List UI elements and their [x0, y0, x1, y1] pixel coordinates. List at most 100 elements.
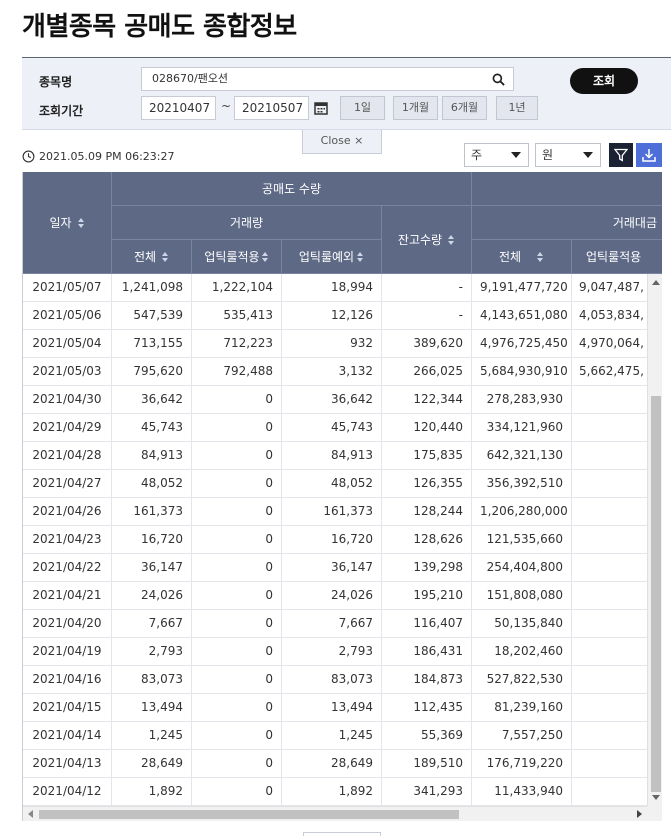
- col-except-header[interactable]: 업틱룰예외: [282, 240, 382, 274]
- table-row[interactable]: 2021/04/16 83,073 0 83,073 184,873 527,822,53…: [23, 666, 647, 694]
- sort-icon[interactable]: [448, 234, 455, 245]
- sort-icon[interactable]: [261, 251, 269, 262]
- clock-icon: [22, 150, 35, 163]
- col-balance-header[interactable]: 잔고수량: [382, 206, 472, 274]
- table-row[interactable]: 2021/05/04 713,155 712,223 932 389,620 4,976,…: [23, 330, 647, 358]
- currency-select[interactable]: 원: [535, 143, 601, 167]
- cell-volume-applied: 0: [192, 750, 282, 777]
- scroll-down-icon[interactable]: [652, 795, 660, 800]
- cell-date: 2021/05/04: [23, 330, 112, 357]
- period-1m-button[interactable]: 1개월: [393, 96, 438, 120]
- cell-volume-total: 7,667: [112, 610, 192, 637]
- close-panel-button[interactable]: Close ×: [302, 130, 382, 154]
- sort-icon[interactable]: [77, 217, 85, 228]
- table-row[interactable]: 2021/04/29 45,743 0 45,743 120,440 334,121,96…: [23, 414, 647, 442]
- table-row[interactable]: 2021/04/13 28,649 0 28,649 189,510 176,719,22…: [23, 750, 647, 778]
- date-from-input[interactable]: 20210407: [141, 96, 216, 120]
- table-row[interactable]: 2021/04/23 16,720 0 16,720 128,626 121,535,66…: [23, 526, 647, 554]
- cell-balance: 139,298: [382, 554, 472, 581]
- table-row[interactable]: 2021/04/20 7,667 0 7,667 116,407 50,135,840: [23, 610, 647, 638]
- cell-date: 2021/05/06: [23, 302, 112, 329]
- table-row[interactable]: 2021/04/14 1,245 0 1,245 55,369 7,557,250: [23, 722, 647, 750]
- cell-balance: -: [382, 274, 472, 301]
- grid-body: 2021/05/07 1,241,098 1,222,104 18,994-9,191…: [23, 274, 647, 806]
- cell-amount-applied: [572, 470, 647, 497]
- download-button[interactable]: [636, 143, 662, 167]
- cell-volume-except: 18,994: [282, 274, 382, 301]
- group-amount-label: 거래대금: [612, 216, 657, 230]
- col-date-header[interactable]: 일자: [23, 172, 112, 274]
- cell-volume-except: 48,052: [282, 470, 382, 497]
- date-to-input[interactable]: 20210507: [234, 96, 309, 120]
- table-row[interactable]: 2021/04/22 36,147 0 36,147 139,298 254,404,80…: [23, 554, 647, 582]
- cell-balance: 122,344: [382, 386, 472, 413]
- cell-amount-total: 1,206,280,000: [472, 498, 572, 525]
- table-row[interactable]: 2021/05/07 1,241,098 1,222,104 18,994-9,191…: [23, 274, 647, 302]
- horizontal-scroll-thumb[interactable]: [39, 810, 459, 819]
- table-row[interactable]: 2021/04/27 48,052 0 48,052 126,355 356,392,51…: [23, 470, 647, 498]
- cell-volume-applied: 0: [192, 694, 282, 721]
- table-row[interactable]: 2021/04/12 1,892 0 1,892 341,293 11,433,940: [23, 778, 647, 806]
- cell-amount-applied: [572, 666, 647, 693]
- search-icon[interactable]: [492, 73, 505, 86]
- table-row[interactable]: 2021/05/06 547,539 535,413 12,126-4,143,651…: [23, 302, 647, 330]
- cell-balance: 126,355: [382, 470, 472, 497]
- scroll-right-icon[interactable]: [637, 810, 642, 818]
- cell-amount-total: 18,202,460: [472, 638, 572, 665]
- unit-select[interactable]: 주: [464, 143, 529, 167]
- col-amount-applied-header[interactable]: 업틱룰적용: [572, 240, 662, 274]
- vertical-scroll-thumb[interactable]: [651, 396, 661, 792]
- query-button[interactable]: 조회: [570, 68, 638, 94]
- col-date-label: 일자: [49, 216, 72, 230]
- cell-balance: 341,293: [382, 778, 472, 805]
- table-row[interactable]: 2021/04/28 84,913 0 84,913 175,835 642,321,13…: [23, 442, 647, 470]
- cell-date: 2021/05/07: [23, 274, 112, 301]
- cell-balance: 184,873: [382, 666, 472, 693]
- col-applied-header[interactable]: 업틱룰적용: [192, 240, 282, 274]
- cell-amount-total: 81,239,160: [472, 694, 572, 721]
- page-title: 개별종목 공매도 종합정보: [22, 12, 297, 42]
- cell-volume-except: 12,126: [282, 302, 382, 329]
- group-short-volume-label: 공매도 수량: [261, 182, 321, 196]
- vertical-scrollbar[interactable]: [647, 274, 662, 806]
- col-amount-total-header[interactable]: 전체: [472, 240, 572, 274]
- table-row[interactable]: 2021/04/30 36,642 0 36,642 122,344 278,283,93…: [23, 386, 647, 414]
- cell-amount-applied: [572, 722, 647, 749]
- sort-icon[interactable]: [357, 251, 364, 262]
- cell-volume-total: 1,241,098: [112, 274, 192, 301]
- col-total-label: 전체: [133, 250, 157, 264]
- table-row[interactable]: 2021/04/21 24,026 0 24,026 195,210 151,808,08…: [23, 582, 647, 610]
- period-6m-button[interactable]: 6개월: [442, 96, 487, 120]
- sort-icon[interactable]: [162, 251, 169, 262]
- cell-volume-total: 36,642: [112, 386, 192, 413]
- cell-volume-total: 48,052: [112, 470, 192, 497]
- cell-volume-total: 84,913: [112, 442, 192, 469]
- table-row[interactable]: 2021/05/03 795,620 792,488 3,132 266,025 5,68…: [23, 358, 647, 386]
- col-total-header[interactable]: 전체: [112, 240, 192, 274]
- table-row[interactable]: 2021/04/19 2,793 0 2,793 186,431 18,202,460: [23, 638, 647, 666]
- sort-icon[interactable]: [537, 251, 544, 262]
- cell-date: 2021/04/30: [23, 386, 112, 413]
- scroll-up-icon[interactable]: [652, 280, 660, 285]
- cell-date: 2021/04/28: [23, 442, 112, 469]
- cell-balance: 128,244: [382, 498, 472, 525]
- cell-date: 2021/04/27: [23, 470, 112, 497]
- cell-volume-except: 24,026: [282, 582, 382, 609]
- table-row[interactable]: 2021/04/15 13,494 0 13,494 112,435 81,239,160: [23, 694, 647, 722]
- calendar-button[interactable]: [310, 96, 332, 120]
- cell-volume-except: 84,913: [282, 442, 382, 469]
- period-1d-button[interactable]: 1일: [340, 96, 385, 120]
- horizontal-scrollbar[interactable]: [23, 806, 647, 821]
- scroll-left-icon[interactable]: [28, 810, 33, 818]
- table-row[interactable]: 2021/04/26 161,373 0 161,373 128,244 1,206,28…: [23, 498, 647, 526]
- cell-volume-applied: 792,488: [192, 358, 282, 385]
- filter-button[interactable]: [609, 143, 633, 167]
- cell-balance: 116,407: [382, 610, 472, 637]
- chevron-down-icon: [583, 152, 593, 158]
- group-volume-label: 거래량: [229, 216, 264, 230]
- cell-volume-total: 1,245: [112, 722, 192, 749]
- cell-amount-total: 4,143,651,080: [472, 302, 572, 329]
- cell-amount-applied: [572, 386, 647, 413]
- stock-search-input[interactable]: 028670/팬오션: [141, 67, 514, 91]
- period-1y-button[interactable]: 1년: [496, 96, 538, 120]
